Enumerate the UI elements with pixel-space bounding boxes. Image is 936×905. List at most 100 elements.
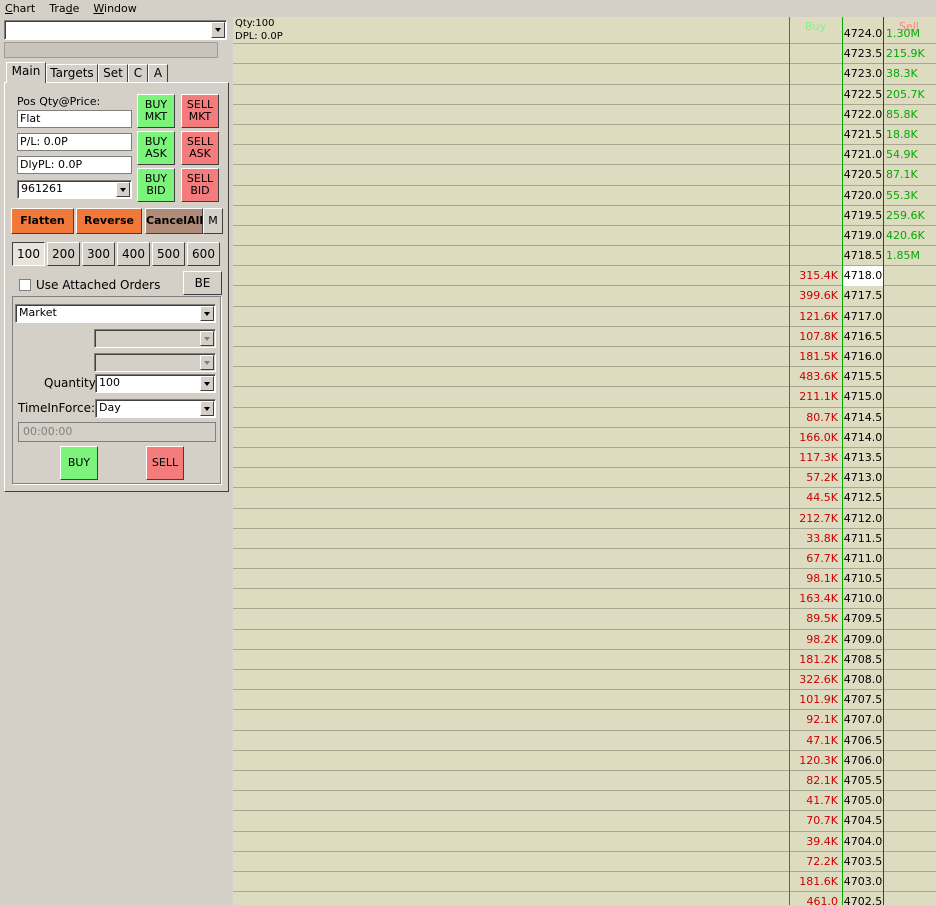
bid-size-cell[interactable]: 82.1K — [806, 771, 838, 791]
ladder-row[interactable]: 181.2K 4708.5 — [233, 650, 936, 670]
ladder-row[interactable]: 4720.0 55.3K — [233, 186, 936, 206]
ladder-row[interactable]: 166.0K 4714.0 — [233, 428, 936, 448]
ladder-row[interactable]: 117.3K 4713.5 — [233, 448, 936, 469]
ladder-row[interactable]: 57.2K 4713.0 — [233, 468, 936, 489]
ask-size-cell[interactable]: 205.7K — [886, 85, 925, 105]
sell-button[interactable]: SELL — [146, 446, 184, 480]
ladder-row[interactable]: 41.7K 4705.0 — [233, 791, 936, 812]
quantity-combo[interactable]: 100 — [95, 374, 216, 393]
tif-combo[interactable]: Day — [95, 399, 216, 418]
qty-300-button[interactable]: 300 — [82, 242, 115, 266]
bid-size-cell[interactable]: 80.7K — [806, 408, 838, 428]
bid-size-cell[interactable]: 120.3K — [799, 751, 838, 771]
ladder-row[interactable]: 4719.5 259.6K — [233, 206, 936, 226]
ask-size-cell[interactable]: 85.8K — [886, 105, 918, 125]
qty-400-button[interactable]: 400 — [117, 242, 150, 266]
chevron-down-icon[interactable] — [211, 22, 225, 38]
buy-market-button[interactable]: BUY MKT — [137, 94, 175, 128]
ladder-row[interactable]: 399.6K 4717.5 — [233, 286, 936, 307]
ask-size-cell[interactable]: 54.9K — [886, 145, 918, 165]
sell-ask-button[interactable]: SELL ASK — [181, 131, 219, 165]
ladder-row[interactable]: 4723.0 38.3K — [233, 64, 936, 85]
menu-chart[interactable]: Chart — [5, 0, 35, 18]
ladder-row[interactable]: 181.6K 4703.0 — [233, 872, 936, 893]
tab-c[interactable]: C — [128, 64, 148, 83]
reverse-button[interactable]: Reverse — [76, 208, 142, 234]
chevron-down-icon[interactable] — [200, 306, 214, 321]
ladder-row[interactable]: 44.5K 4712.5 — [233, 488, 936, 509]
ladder-row[interactable]: 80.7K 4714.5 — [233, 408, 936, 428]
chevron-down-icon[interactable] — [200, 401, 214, 416]
tab-a[interactable]: A — [148, 64, 168, 83]
menu-window[interactable]: Window — [93, 0, 136, 18]
bid-size-cell[interactable]: 461.0 — [807, 892, 839, 905]
ask-size-cell[interactable]: 420.6K — [886, 226, 925, 246]
qty-500-button[interactable]: 500 — [152, 242, 185, 266]
ladder-row[interactable]: 47.1K 4706.5 — [233, 731, 936, 751]
bid-size-cell[interactable]: 322.6K — [799, 670, 838, 690]
chevron-down-icon[interactable] — [116, 182, 130, 197]
ladder-row[interactable]: 4722.0 85.8K — [233, 105, 936, 125]
bid-size-cell[interactable]: 89.5K — [806, 609, 838, 629]
bid-size-cell[interactable]: 121.6K — [799, 307, 838, 327]
bid-size-cell[interactable]: 98.1K — [806, 569, 838, 589]
ladder-row[interactable]: 89.5K 4709.5 — [233, 609, 936, 630]
buy-bid-button[interactable]: BUY BID — [137, 168, 175, 202]
bid-size-cell[interactable]: 117.3K — [799, 448, 838, 468]
bid-size-cell[interactable]: 41.7K — [806, 791, 838, 811]
bid-size-cell[interactable]: 166.0K — [799, 428, 838, 448]
buy-ask-button[interactable]: BUY ASK — [137, 131, 175, 165]
ladder-row[interactable]: 39.4K 4704.0 — [233, 832, 936, 852]
bid-size-cell[interactable]: 67.7K — [806, 549, 838, 569]
tab-main[interactable]: Main — [6, 62, 46, 83]
ladder-row[interactable]: 322.6K 4708.0 — [233, 670, 936, 691]
bid-size-cell[interactable]: 163.4K — [799, 589, 838, 609]
ladder-row[interactable]: 211.1K 4715.0 — [233, 387, 936, 408]
ladder-row[interactable]: 72.2K 4703.5 — [233, 852, 936, 872]
bid-size-cell[interactable]: 101.9K — [799, 690, 838, 710]
ladder-row[interactable]: 121.6K 4717.0 — [233, 307, 936, 327]
bid-size-cell[interactable]: 107.8K — [799, 327, 838, 347]
ask-size-cell[interactable]: 38.3K — [886, 64, 918, 84]
tab-targets[interactable]: Targets — [46, 64, 98, 83]
bid-size-cell[interactable]: 315.4K — [799, 266, 838, 286]
bid-size-cell[interactable]: 181.2K — [799, 650, 838, 670]
ask-size-cell[interactable]: 259.6K — [886, 206, 925, 226]
ladder-row[interactable]: 67.7K 4711.0 — [233, 549, 936, 570]
sell-market-button[interactable]: SELL MKT — [181, 94, 219, 128]
bid-size-cell[interactable]: 72.2K — [806, 852, 838, 872]
flatten-button[interactable]: Flatten — [11, 208, 74, 234]
ladder-row[interactable]: 4721.5 18.8K — [233, 125, 936, 146]
ask-size-cell[interactable]: 215.9K — [886, 44, 925, 64]
ladder-row[interactable]: 483.6K 4715.5 — [233, 367, 936, 388]
bid-size-cell[interactable]: 483.6K — [799, 367, 838, 387]
ladder-row[interactable]: 98.2K 4709.0 — [233, 630, 936, 650]
ladder-row[interactable]: 163.4K 4710.0 — [233, 589, 936, 610]
ladder-row[interactable]: 107.8K 4716.5 — [233, 327, 936, 347]
bid-size-cell[interactable]: 211.1K — [799, 387, 838, 407]
ask-size-cell[interactable]: 1.85M — [886, 246, 920, 266]
menu-trade[interactable]: Trade — [49, 0, 79, 18]
ladder-row[interactable]: 181.5K 4716.0 — [233, 347, 936, 368]
ladder-row[interactable]: 4722.5 205.7K — [233, 85, 936, 105]
ladder-row[interactable]: 4718.5 1.85M — [233, 246, 936, 267]
ladder-row[interactable]: 70.7K 4704.5 — [233, 811, 936, 832]
ladder-row[interactable]: 82.1K 4705.5 — [233, 771, 936, 792]
bid-size-cell[interactable]: 98.2K — [806, 630, 838, 650]
ladder-row[interactable]: 92.1K 4707.0 — [233, 710, 936, 731]
bid-size-cell[interactable]: 57.2K — [806, 468, 838, 488]
qty-600-button[interactable]: 600 — [187, 242, 220, 266]
bid-size-cell[interactable]: 399.6K — [799, 286, 838, 306]
qty-200-button[interactable]: 200 — [47, 242, 80, 266]
qty-100-button[interactable]: 100 — [12, 242, 45, 266]
ladder-row[interactable]: 4719.0 420.6K — [233, 226, 936, 247]
chevron-down-icon[interactable] — [200, 376, 214, 391]
tab-set[interactable]: Set — [98, 64, 128, 83]
bid-size-cell[interactable]: 92.1K — [806, 710, 838, 730]
order-type-combo[interactable]: Market — [15, 304, 216, 323]
buy-button[interactable]: BUY — [60, 446, 98, 480]
ladder-row[interactable]: 315.4K 4718.0 — [233, 266, 936, 287]
use-attached-orders-checkbox[interactable] — [19, 279, 31, 291]
cancel-all-button[interactable]: CancelAll — [145, 208, 203, 234]
ladder-row[interactable]: 212.7K 4712.0 — [233, 509, 936, 529]
